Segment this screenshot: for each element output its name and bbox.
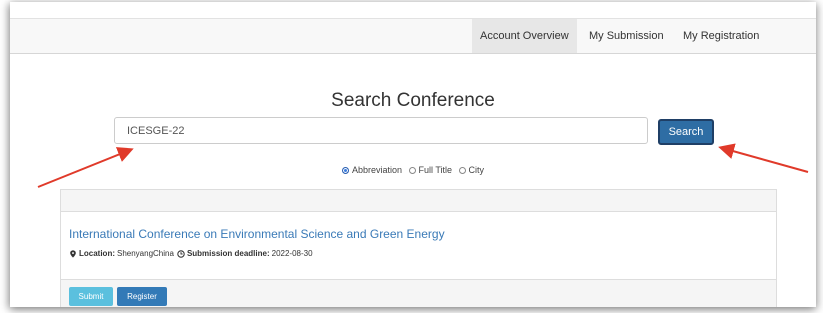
radio-label: Abbreviation [351, 165, 402, 175]
map-marker-icon [70, 249, 76, 258]
nav-my-submission[interactable]: My Submission [581, 19, 672, 53]
nav-my-registration[interactable]: My Registration [675, 19, 767, 53]
search-input[interactable] [114, 117, 648, 144]
location-value: ShenyangChina [117, 249, 174, 258]
radio-abbreviation[interactable]: Abbreviation [341, 165, 402, 175]
location-label: Location: [79, 249, 115, 258]
radio-label: Full Title [418, 165, 453, 175]
result-panel: International Conference on Environmenta… [60, 189, 777, 307]
radio-full-title[interactable]: Full Title [408, 165, 453, 175]
result-panel-footer: Submit Register [61, 279, 776, 307]
conference-meta: Location: ShenyangChina Submission deadl… [69, 249, 313, 258]
deadline-label: Submission deadline: [186, 249, 270, 258]
register-button[interactable]: Register [117, 287, 167, 306]
deadline-value: 2022-08-30 [271, 249, 313, 258]
radio-city[interactable]: City [458, 165, 485, 175]
radio-checked-icon [341, 166, 349, 174]
top-navbar: Account Overview My Submission My Regist… [10, 18, 816, 54]
submit-button[interactable]: Submit [69, 287, 113, 306]
radio-unchecked-icon [458, 166, 466, 174]
clock-icon [177, 249, 185, 258]
result-panel-heading [61, 190, 776, 212]
radio-label: City [468, 165, 485, 175]
radio-unchecked-icon [408, 166, 416, 174]
page-title: Search Conference [331, 90, 495, 111]
nav-account-overview[interactable]: Account Overview [472, 19, 577, 53]
search-type-radio-group: Abbreviation Full Title City [10, 165, 816, 176]
conference-title-link[interactable]: International Conference on Environmenta… [69, 227, 445, 241]
browser-viewport: Account Overview My Submission My Regist… [10, 2, 816, 307]
search-button[interactable]: Search [658, 119, 714, 145]
